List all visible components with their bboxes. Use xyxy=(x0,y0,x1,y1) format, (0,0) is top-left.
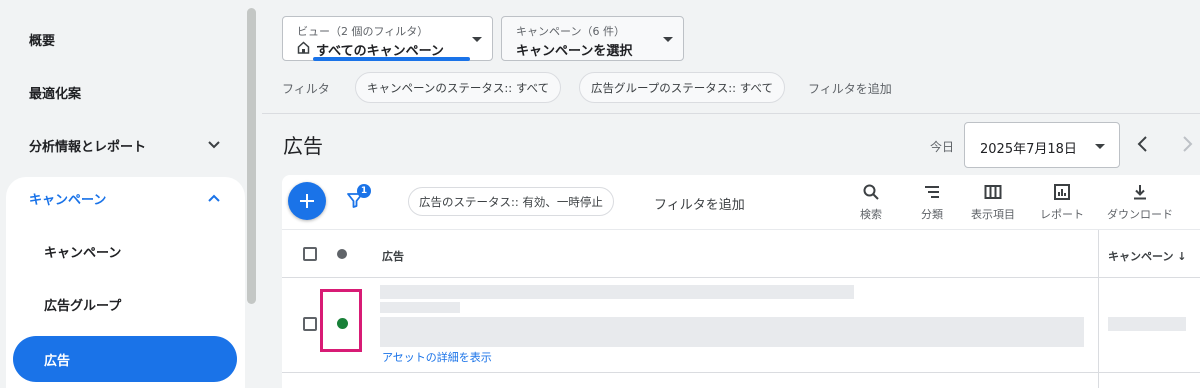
view-dropdown-caption: ビュー（2 個のフィルタ） xyxy=(297,25,429,38)
ads-table-card: 1 広告のステータス:: 有効、一時停止 フィルタを追加 検索 分類 表示項目 … xyxy=(282,175,1200,388)
redacted-campaign-name xyxy=(1108,317,1186,331)
adgroup-status-chip[interactable]: 広告グループのステータス:: すべて xyxy=(579,72,785,103)
tool-label: 表示項目 xyxy=(971,208,1015,221)
dropdown-arrow-icon xyxy=(1095,144,1105,149)
tool-label: 分類 xyxy=(921,208,943,221)
filter-bar: ビュー（2 個のフィルタ） すべてのキャンペーン キャンペーン（6 件） キャン… xyxy=(262,0,1200,114)
filter-label: フィルタ xyxy=(282,82,330,96)
table-header: 広告 キャンペーン ↓ xyxy=(282,230,1200,278)
add-filter-button[interactable]: フィルタを追加 xyxy=(654,194,745,213)
filter-count-badge: 1 xyxy=(357,184,371,198)
dropdown-arrow-icon xyxy=(472,37,482,42)
sidebar-item-recommendations[interactable]: 最適化案 xyxy=(0,67,245,117)
search-button[interactable]: 検索 xyxy=(841,183,901,225)
campaign-dropdown-caption: キャンペーン（6 件） xyxy=(516,25,625,38)
date-range-dropdown[interactable]: 2025年7月18日 xyxy=(964,122,1120,168)
sidebar-item-label: キャンペーン xyxy=(29,192,107,208)
download-button[interactable]: ダウンロード xyxy=(1104,183,1176,225)
dropdown-arrow-icon xyxy=(663,37,673,42)
column-header-ad[interactable]: 広告 xyxy=(382,248,404,264)
sidebar-scrollbar[interactable] xyxy=(247,8,256,304)
redacted-headline xyxy=(380,285,854,299)
sidebar-item-insights-reports[interactable]: 分析情報とレポート xyxy=(0,120,245,170)
reports-button[interactable]: レポート xyxy=(1032,183,1092,225)
ad-status-chip[interactable]: 広告のステータス:: 有効、一時停止 xyxy=(408,187,614,216)
chevron-up-icon xyxy=(208,194,220,202)
tool-label: ダウンロード xyxy=(1107,208,1173,221)
chevron-left-icon[interactable] xyxy=(1136,135,1150,153)
sidebar-item-campaigns-sub[interactable]: キャンペーン xyxy=(0,226,245,276)
table-row: アセットの詳細を表示 xyxy=(282,279,1200,373)
segment-icon xyxy=(925,186,939,198)
add-filter-link[interactable]: フィルタを追加 xyxy=(808,80,892,97)
add-ad-button[interactable] xyxy=(288,182,326,220)
sidebar-item-ads[interactable]: 広告 xyxy=(13,336,237,382)
date-value: 2025年7月18日 xyxy=(980,142,1077,157)
download-icon xyxy=(1134,185,1146,200)
campaign-dropdown-value: キャンペーンを選択 xyxy=(516,44,633,59)
chevron-right-icon[interactable] xyxy=(1180,135,1194,153)
sidebar-item-label: 分析情報とレポート xyxy=(29,139,147,155)
sidebar: 概要 最適化案 分析情報とレポート キャンペーン キャンペーン 広告グループ 広… xyxy=(0,0,245,388)
sidebar-item-overview[interactable]: 概要 xyxy=(0,14,245,64)
sidebar-item-label: キャンペーン xyxy=(44,245,122,261)
asset-details-link[interactable]: アセットの詳細を表示 xyxy=(382,349,492,365)
row-checkbox[interactable] xyxy=(303,317,317,331)
columns-icon xyxy=(984,185,1002,199)
sidebar-item-campaigns[interactable]: キャンペーン xyxy=(0,173,245,223)
active-indicator xyxy=(313,57,470,61)
report-icon xyxy=(1054,184,1070,200)
today-label: 今日 xyxy=(930,140,955,154)
sidebar-item-label: 広告 xyxy=(44,353,71,369)
view-dropdown[interactable]: ビュー（2 個のフィルタ） すべてのキャンペーン xyxy=(282,16,493,61)
sidebar-item-label: 最適化案 xyxy=(29,86,82,102)
select-all-checkbox[interactable] xyxy=(303,247,317,261)
redacted-url xyxy=(380,302,460,313)
sidebar-item-label: 広告グループ xyxy=(44,298,122,314)
tool-label: レポート xyxy=(1040,208,1084,221)
search-icon xyxy=(863,184,879,200)
status-dot-enabled[interactable] xyxy=(337,318,348,329)
sidebar-item-label: 概要 xyxy=(29,33,56,49)
page-title: 広告 xyxy=(283,134,323,158)
segment-button[interactable]: 分類 xyxy=(902,183,962,225)
columns-button[interactable]: 表示項目 xyxy=(963,183,1023,225)
column-header-campaign[interactable]: キャンペーン ↓ xyxy=(1108,248,1187,264)
status-column-icon xyxy=(337,249,347,259)
redacted-description xyxy=(380,317,1084,347)
campaign-dropdown[interactable]: キャンペーン（6 件） キャンペーンを選択 xyxy=(501,16,684,61)
campaign-status-chip[interactable]: キャンペーンのステータス:: すべて xyxy=(355,72,562,103)
tool-label: 検索 xyxy=(860,208,882,221)
home-icon xyxy=(297,41,310,54)
chevron-down-icon xyxy=(208,141,220,149)
sidebar-item-ad-groups[interactable]: 広告グループ xyxy=(0,279,245,329)
